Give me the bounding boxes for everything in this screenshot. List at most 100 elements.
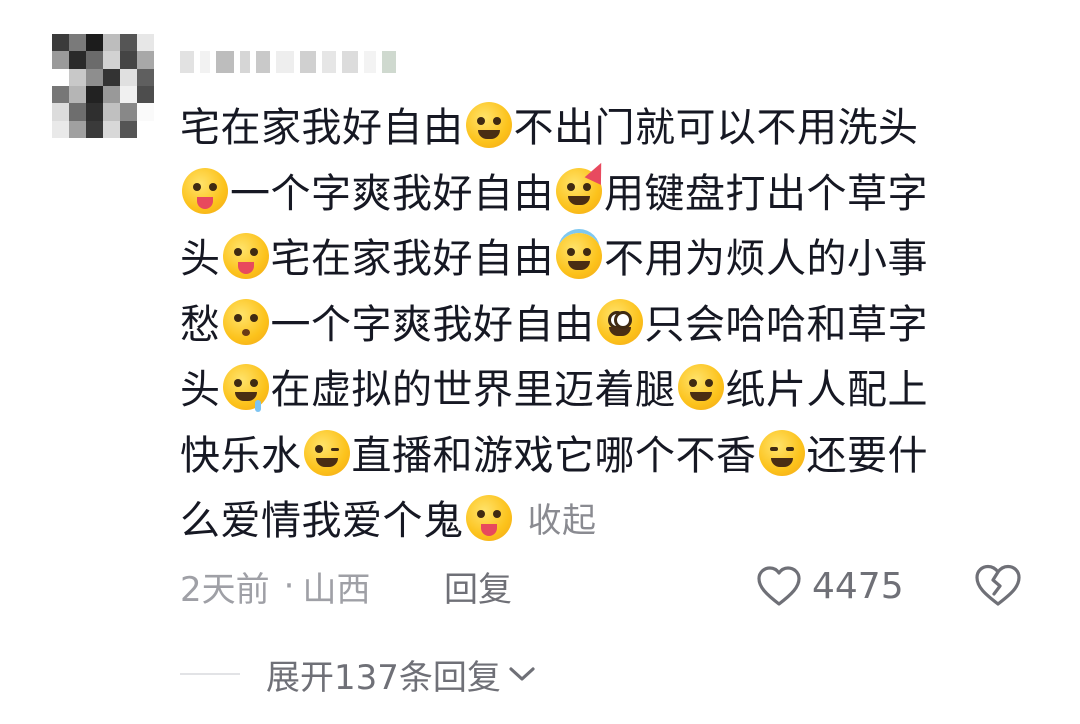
avatar-pixel <box>52 120 69 138</box>
avatar-pixel <box>120 34 137 52</box>
username-pixel <box>256 51 270 73</box>
avatar-pixel <box>137 103 154 121</box>
comment-line: 一个字爽我好自由 用键盘打出个草字 <box>180 158 1030 228</box>
reply-button[interactable]: 回复 <box>444 560 512 612</box>
comment-segment: 么爱情我爱个鬼 <box>180 498 464 544</box>
collapse-link[interactable]: 收起 <box>528 501 597 541</box>
comment-segment: 愁 <box>180 301 221 348</box>
comment-segment: 不用为烦人的小事 <box>604 236 928 282</box>
wink-emoji-icon <box>303 429 350 476</box>
kissing-emoji-icon <box>222 298 269 345</box>
like-button[interactable]: 4475 <box>756 558 904 614</box>
avatar-pixel <box>137 34 154 52</box>
grimace-emoji-icon <box>677 364 724 410</box>
avatar-pixel <box>120 120 137 138</box>
yum-emoji-icon <box>465 495 512 541</box>
username-pixel <box>240 51 250 73</box>
expand-replies-label[interactable]: 展开137条回复 <box>266 650 501 699</box>
username-pixel <box>200 51 210 73</box>
avatar-pixel <box>137 51 154 69</box>
expand-replies[interactable]: 展开137条回复 <box>180 648 537 700</box>
nerd-emoji-icon <box>596 298 643 345</box>
comment-segment: 宅在家我好自由 <box>270 236 554 282</box>
comment-line: 快乐水 直播和游戏它哪个不香 还要什 <box>180 424 1030 490</box>
avatar-pixel <box>86 68 103 86</box>
username-blurred[interactable] <box>180 44 460 80</box>
avatar-pixel <box>86 120 103 138</box>
avatar-pixel <box>103 86 120 104</box>
username-pixel <box>342 51 358 73</box>
comment-line: 头 在虚拟的世界里迈着腿 纸片人配上 <box>180 358 1030 424</box>
avatar-pixel <box>103 51 120 69</box>
avatar-pixel <box>137 86 154 104</box>
avatar-pixel <box>69 103 86 121</box>
avatar-pixel <box>69 86 86 104</box>
avatar-pixel <box>103 68 120 86</box>
avatar-pixel <box>52 34 69 52</box>
username-pixel <box>322 51 336 73</box>
comment-segment: 用键盘打出个草字 <box>604 170 928 217</box>
comment-text: 宅在家我好自由 不出门就可以不用洗头一个字爽我好自由 用键盘打出个草字头 宅在家我好自… <box>180 96 1030 555</box>
zany-emoji-icon <box>222 233 269 279</box>
username-pixel <box>364 51 376 73</box>
heart-icon <box>757 566 801 606</box>
comment-line: 宅在家我好自由 不出门就可以不用洗头 <box>180 96 1030 162</box>
avatar-pixel <box>137 68 154 86</box>
tongue-squint-emoji-icon <box>182 167 228 214</box>
comment-meta: 2天前 · 山西 <box>180 560 370 612</box>
avatar-pixel <box>137 120 154 138</box>
avatar-pixel <box>69 34 86 52</box>
username-pixel <box>180 51 194 73</box>
avatar-pixel <box>69 120 86 138</box>
comment-segment: 在虚拟的世界里迈着腿 <box>270 367 676 413</box>
comment-segment: 不出门就可以不用洗头 <box>513 105 919 151</box>
avatar-pixel <box>103 103 120 121</box>
username-pixel <box>382 51 396 73</box>
avatar-pixel <box>86 103 103 121</box>
halo-emoji-icon <box>556 233 602 279</box>
avatar-pixel <box>52 68 69 86</box>
comment-segment: 纸片人配上 <box>725 367 928 413</box>
avatar-pixel <box>120 51 137 69</box>
comment-location: 山西 <box>302 569 371 610</box>
username-pixel <box>216 51 234 73</box>
avatar-pixel <box>52 86 69 104</box>
grin-squint-emoji-icon <box>465 102 512 148</box>
avatar-pixel <box>69 51 86 69</box>
comment-segment: 头 <box>180 236 221 282</box>
comment-segment: 只会哈哈和草字 <box>644 301 928 348</box>
comment-segment: 宅在家我好自由 <box>180 105 464 151</box>
avatar-pixel <box>120 103 137 121</box>
avatar-pixel <box>120 68 137 86</box>
avatar-pixel <box>52 103 69 121</box>
woozy-emoji-icon <box>758 429 805 476</box>
avatar-pixel <box>103 120 120 138</box>
divider-line <box>180 673 240 675</box>
avatar-pixel <box>120 86 137 104</box>
broken-heart-icon[interactable] <box>972 560 1024 612</box>
comment-time: 2天前 <box>180 569 270 610</box>
username-pixel <box>276 51 294 73</box>
comment-segment: 快乐水 <box>180 432 302 479</box>
comment-segment: 还要什 <box>806 432 928 479</box>
avatar-pixel <box>69 68 86 86</box>
chevron-down-icon <box>509 667 535 681</box>
party-emoji-icon <box>556 158 610 214</box>
comment-segment: 一个字爽我好自由 <box>270 301 595 348</box>
like-count: 4475 <box>812 565 904 607</box>
drooling-emoji-icon <box>222 364 269 412</box>
comment-segment: 直播和游戏它哪个不香 <box>351 432 757 479</box>
username-pixel <box>300 51 316 73</box>
avatar-pixel <box>103 34 120 52</box>
comment-line: 么爱情我爱个鬼 收起 <box>180 489 1030 555</box>
comment-segment: 头 <box>180 367 221 413</box>
avatar-pixel <box>86 34 103 52</box>
avatar-pixel <box>86 86 103 104</box>
meta-separator: · <box>283 566 295 606</box>
avatar-pixel <box>86 51 103 69</box>
comment-line: 愁 一个字爽我好自由 只会哈哈和草字 <box>180 293 1030 359</box>
avatar-pixel <box>52 51 69 69</box>
comment-segment: 一个字爽我好自由 <box>230 170 554 217</box>
comment-line: 头 宅在家我好自由 不用为烦人的小事 <box>180 227 1030 293</box>
avatar[interactable] <box>52 34 154 138</box>
